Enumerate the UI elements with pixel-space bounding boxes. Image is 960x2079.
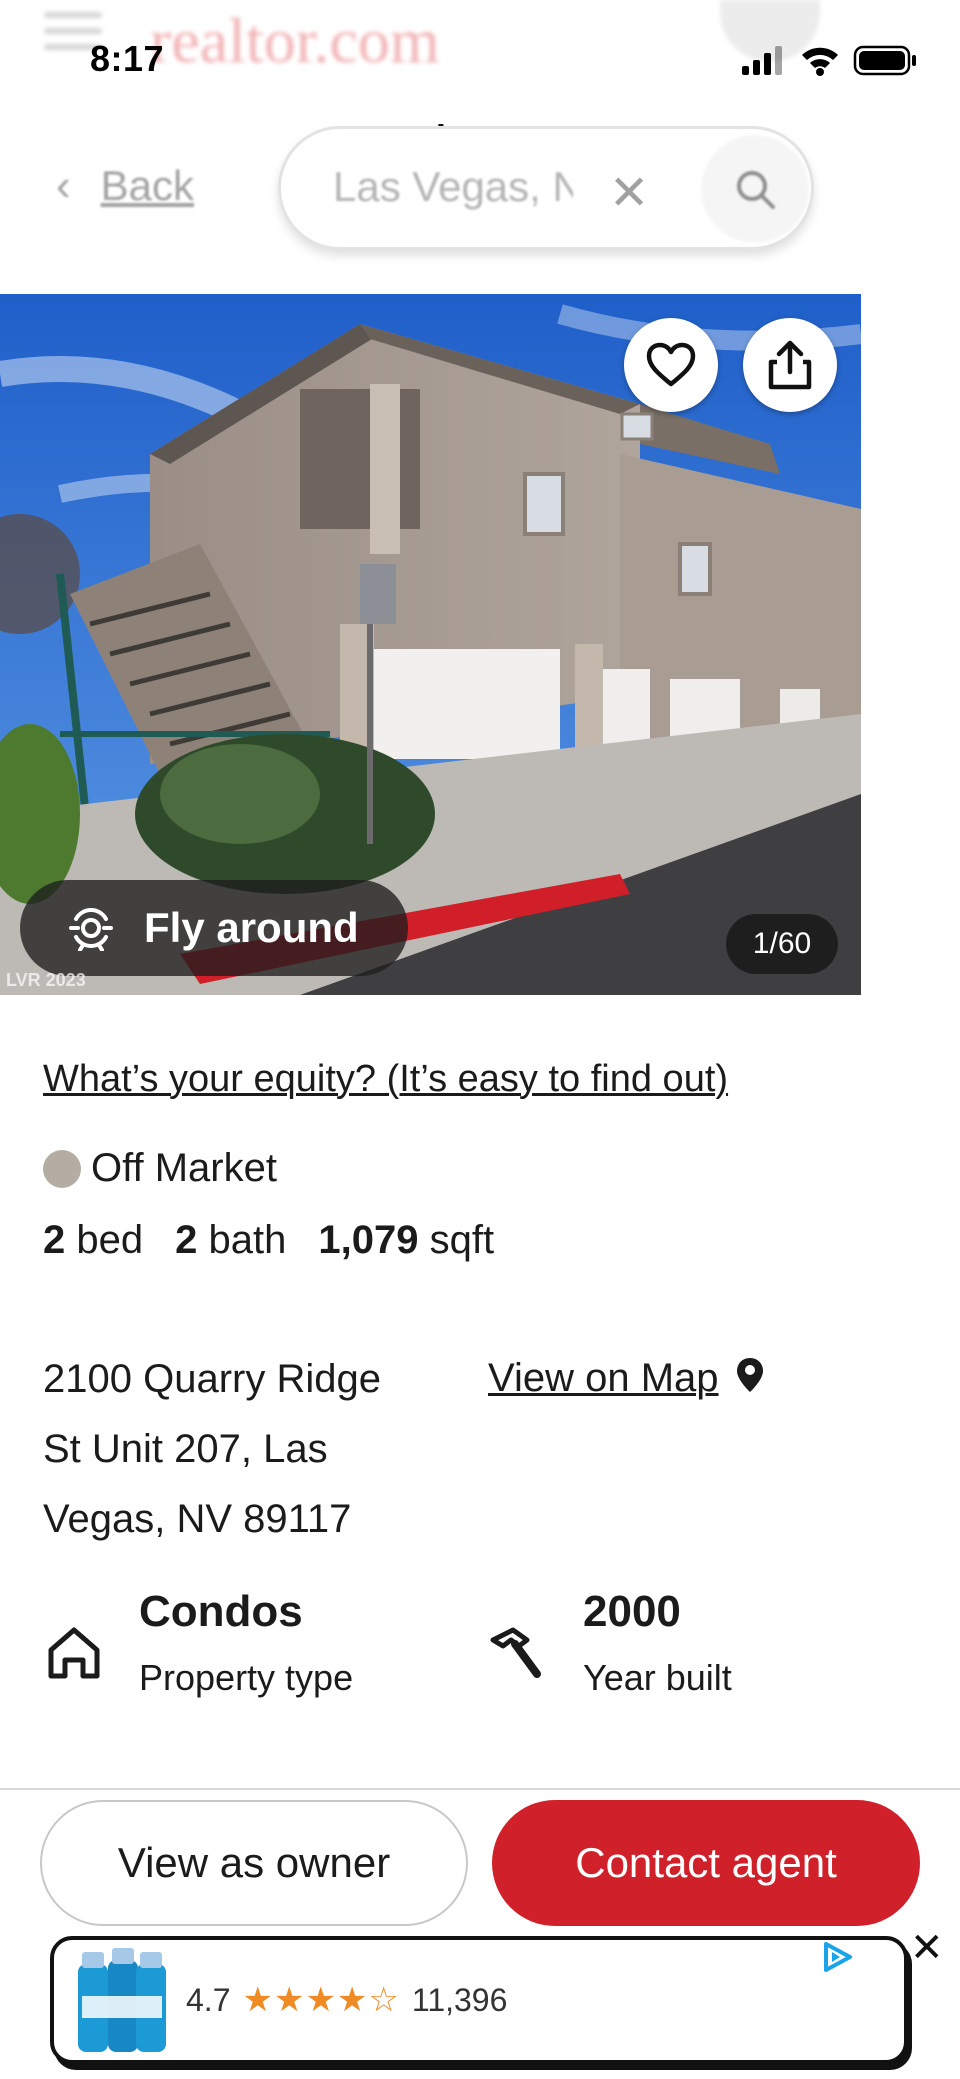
map-pin-icon [736, 1358, 763, 1392]
share-button[interactable] [743, 318, 837, 412]
chevron-left-icon: ‹ [56, 161, 71, 210]
property-facts: Condos Property type 2000 Year built [43, 1576, 923, 1726]
wifi-icon [802, 47, 838, 76]
search-bar[interactable]: Las Vegas, NV ✕ [278, 126, 814, 250]
cellular-signal-icon [742, 46, 782, 75]
rating-stars-icon: ★★★★☆ [242, 1981, 400, 2019]
header: realtor.com 8:17 realtor.com ‹ Back Las … [0, 0, 960, 270]
contact-agent-button[interactable]: Contact agent [492, 1800, 920, 1926]
listing-photo-carousel[interactable]: Fly around 1/60 LVR 2023 [0, 294, 861, 995]
battery-icon [853, 45, 916, 76]
back-button[interactable]: ‹ Back [56, 162, 194, 210]
search-input[interactable]: Las Vegas, NV [333, 163, 573, 211]
action-bar-divider [0, 1788, 960, 1790]
photo-watermark: LVR 2023 [6, 970, 86, 990]
product-bottles-image [78, 1948, 166, 2052]
equity-link[interactable]: What’s your equity? (It’s easy to find o… [43, 1052, 763, 1106]
ad-choices-icon[interactable] [820, 1940, 856, 1974]
realtor-logo: realtor.com [150, 5, 440, 76]
property-specs: 2 bed 2 bath 1,079 sqft [43, 1218, 526, 1263]
home-icon [48, 1627, 100, 1679]
clear-search-icon[interactable]: ✕ [609, 165, 649, 221]
ad-banner[interactable]: 4.7 ★★★★☆ 11,396 [50, 1936, 908, 2064]
status-bar-time: 8:17 [90, 38, 165, 79]
view-on-map-link[interactable]: View on Map [488, 1356, 765, 1401]
listing-status: Off Market [43, 1146, 277, 1191]
ad-rating: 4.7 ★★★★☆ 11,396 [186, 1981, 508, 2019]
sqft-spec: 1,079 sqft [318, 1218, 495, 1262]
status-bar-icons [742, 45, 916, 76]
status-dot-icon [43, 1149, 81, 1188]
year-built-fact: 2000 Year built [487, 1576, 732, 1708]
heart-icon [646, 342, 696, 387]
photo-counter: 1/60 [726, 914, 838, 974]
view-as-owner-button[interactable]: View as owner [40, 1800, 468, 1926]
ad-close-icon[interactable]: ✕ [910, 1928, 944, 1968]
baths-spec: 2 bath [175, 1218, 287, 1262]
beds-spec: 2 bed [43, 1218, 144, 1262]
hammer-icon [490, 1627, 541, 1678]
property-type-fact: Condos Property type [43, 1576, 353, 1708]
share-icon [768, 340, 812, 390]
fly-around-button[interactable]: Fly around [20, 880, 408, 976]
drone-icon [69, 908, 113, 951]
property-address: 2100 Quarry Ridge St Unit 207, Las Vegas… [43, 1357, 381, 1541]
search-button[interactable] [701, 135, 809, 243]
status-badge: Off Market [91, 1146, 277, 1190]
search-icon [737, 171, 775, 209]
favorite-button[interactable] [624, 318, 718, 412]
